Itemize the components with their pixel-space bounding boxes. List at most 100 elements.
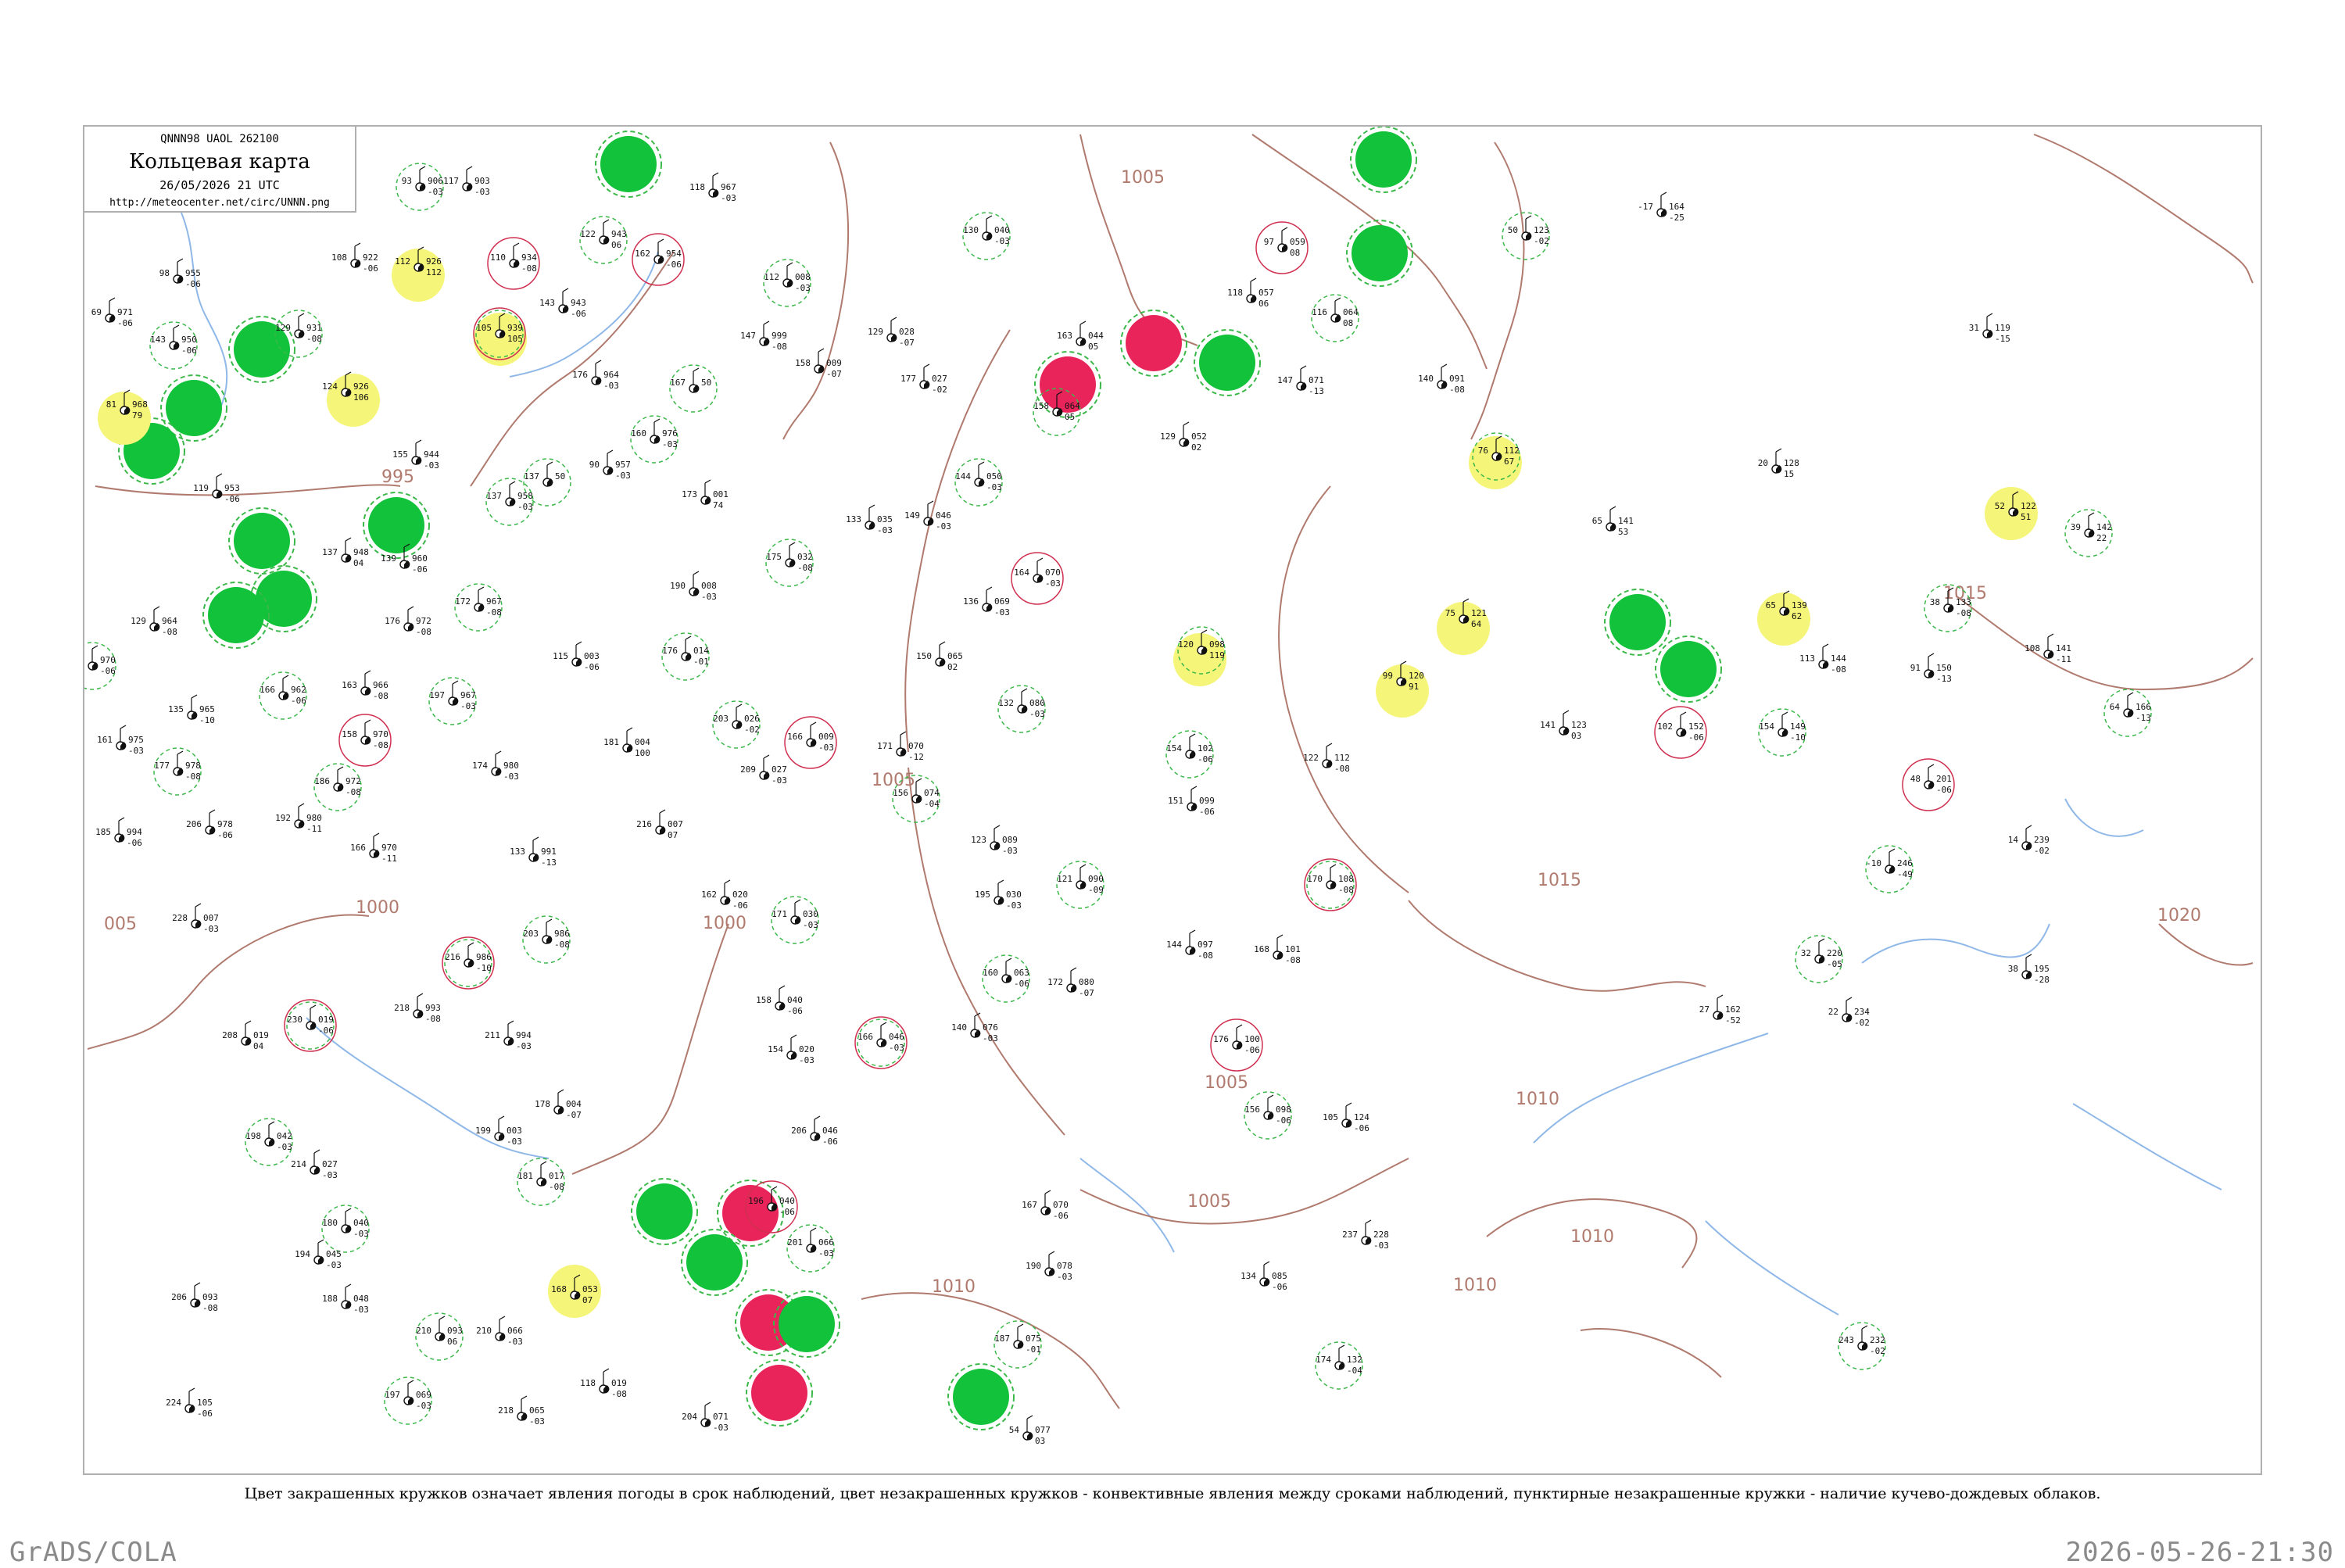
station-s37[interactable]: 154 149-10 bbox=[1758, 708, 1806, 757]
station-s63[interactable]: 237 228-03 bbox=[1342, 1219, 1389, 1251]
station-s67[interactable]: 32 220-05 bbox=[1795, 935, 1843, 983]
station-s16[interactable]: 216 986-10 bbox=[442, 936, 495, 990]
station-s64[interactable]: 243 232-02 bbox=[1838, 1322, 1886, 1370]
weather-green-marker[interactable] bbox=[1352, 225, 1408, 281]
station-s52[interactable]: 187 075-01 bbox=[993, 1320, 1042, 1369]
station-s71[interactable]: 48 201-06 bbox=[1902, 758, 1955, 811]
station-s8[interactable]: 155 944-03 bbox=[392, 439, 439, 471]
station-s45[interactable]: -17 164-25 bbox=[1638, 192, 1684, 223]
station-s17[interactable]: 208 01904 bbox=[222, 1020, 269, 1051]
weather-green-marker[interactable] bbox=[1660, 641, 1717, 697]
station-s12[interactable]: 161 975-03 bbox=[97, 725, 144, 756]
station-s97[interactable]: 175 032-08 bbox=[765, 539, 814, 587]
station-s133[interactable]: 137 958-03 bbox=[485, 478, 534, 526]
station-s75[interactable]: 65 14153 bbox=[1592, 506, 1634, 537]
station-s91[interactable]: 203 026-02 bbox=[712, 700, 761, 749]
station-s27[interactable]: 97 05908 bbox=[1255, 221, 1309, 274]
station-s142[interactable]: 143 950-06 bbox=[149, 321, 198, 370]
station-s103[interactable]: 144 050-03 bbox=[954, 458, 1003, 507]
station-s104[interactable]: 164 070-03 bbox=[1011, 552, 1064, 605]
station-s57[interactable]: 204 071-03 bbox=[682, 1402, 729, 1433]
station-s39[interactable]: 113 144-08 bbox=[1799, 643, 1846, 675]
station-s129[interactable]: 115 003-06 bbox=[553, 641, 600, 672]
station-s34[interactable]: 174 132-04 bbox=[1315, 1341, 1363, 1390]
station-s119[interactable]: 162 020-06 bbox=[701, 879, 748, 911]
weather-green-marker[interactable] bbox=[166, 380, 222, 436]
station-s116[interactable]: 158 040-06 bbox=[756, 985, 803, 1016]
station-s46[interactable]: 50 123-02 bbox=[1502, 212, 1550, 260]
station-s29[interactable]: 151 099-06 bbox=[1168, 786, 1215, 817]
station-s11[interactable]: 135 965-10 bbox=[168, 694, 215, 725]
station-s117[interactable]: 154 020-03 bbox=[768, 1034, 814, 1065]
station-s107[interactable]: 150 06502 bbox=[916, 641, 963, 672]
station-s137[interactable]: 162 954-06 bbox=[632, 233, 685, 286]
station-s43[interactable]: 64 166-13 bbox=[2103, 689, 2152, 737]
weather-green-marker[interactable] bbox=[686, 1234, 743, 1291]
station-s122[interactable]: 133 991-13 bbox=[510, 836, 557, 868]
station-s96[interactable]: 158 009-07 bbox=[795, 348, 842, 379]
station-s36[interactable]: 141 12303 bbox=[1540, 710, 1587, 741]
station-s40[interactable]: 38 133-08 bbox=[1924, 584, 1972, 632]
station-s152[interactable]: 194 045-03 bbox=[295, 1239, 342, 1270]
station-s87[interactable]: 190 008-03 bbox=[670, 571, 717, 602]
station-s124[interactable]: 197 967-03 bbox=[428, 677, 477, 725]
station-s10[interactable]: 131970-06 bbox=[84, 642, 116, 690]
station-s25[interactable]: 116 06408 bbox=[1311, 294, 1359, 342]
station-s108[interactable]: 171 070-12 bbox=[877, 731, 924, 762]
station-s127[interactable]: 186 972-08 bbox=[313, 763, 362, 811]
station-s21[interactable]: 163 04405 bbox=[1057, 320, 1104, 352]
station-s114[interactable]: 140 076-03 bbox=[951, 1012, 998, 1044]
station-s9[interactable]: 137 94804 bbox=[322, 537, 369, 568]
weather-green-marker[interactable] bbox=[1355, 131, 1412, 188]
station-s121[interactable]: 203 986-08 bbox=[522, 915, 571, 964]
station-s69[interactable]: 14 239-02 bbox=[2008, 825, 2050, 856]
weather-green-marker[interactable] bbox=[779, 1296, 835, 1352]
weather-green-marker[interactable] bbox=[1609, 594, 1666, 650]
weather-green-marker[interactable] bbox=[600, 136, 657, 192]
station-s51[interactable]: 190 078-03 bbox=[1026, 1251, 1072, 1282]
station-s50[interactable]: 168 101-08 bbox=[1254, 934, 1301, 965]
station-s125[interactable]: 163 966-08 bbox=[342, 670, 388, 701]
weather-green-marker[interactable] bbox=[1199, 335, 1255, 391]
station-s23[interactable]: 129 05202 bbox=[1160, 421, 1207, 453]
station-s143[interactable]: 119 953-06 bbox=[193, 473, 240, 504]
station-s70[interactable]: -10 246-49 bbox=[1865, 845, 1914, 893]
station-s49[interactable]: 170 108-08 bbox=[1304, 858, 1357, 911]
station-s140[interactable]: 98 955-06 bbox=[159, 258, 201, 289]
station-s55[interactable]: 210 09306 bbox=[415, 1312, 464, 1361]
station-s98[interactable]: 133 035-03 bbox=[846, 504, 893, 535]
station-s111[interactable]: 195 030-03 bbox=[975, 879, 1022, 911]
weather-green-marker[interactable] bbox=[208, 587, 264, 643]
station-s3[interactable]: 118 967-03 bbox=[689, 172, 736, 203]
station-s101[interactable]: 129 028-07 bbox=[868, 317, 915, 348]
station-s28[interactable]: 154 102-06 bbox=[1165, 730, 1214, 779]
map-url[interactable]: http://meteocenter.net/circ/UNNN.png bbox=[84, 197, 355, 209]
station-s68[interactable]: 38 195-28 bbox=[2008, 954, 2050, 985]
station-s99[interactable]: 149 046-03 bbox=[904, 500, 951, 532]
station-s6[interactable]: 108 922-06 bbox=[331, 242, 378, 274]
station-s53[interactable]: 224 105-06 bbox=[166, 1387, 213, 1419]
station-s90[interactable]: 216 00707 bbox=[636, 809, 683, 840]
station-s158[interactable]: 178 004-07 bbox=[535, 1089, 582, 1120]
station-s113[interactable]: 172 080-07 bbox=[1047, 967, 1094, 998]
weather-green-marker[interactable] bbox=[234, 513, 290, 569]
station-s131[interactable]: 176 972-08 bbox=[385, 606, 431, 637]
station-s88[interactable]: 176 014-01 bbox=[661, 632, 710, 681]
station-s65[interactable]: 27 162-52 bbox=[1699, 994, 1741, 1026]
station-s134[interactable]: 143 943-06 bbox=[539, 288, 586, 319]
station-s112[interactable]: 121 090-09 bbox=[1056, 861, 1104, 909]
weather-green-marker[interactable] bbox=[953, 1369, 1009, 1425]
station-s118[interactable]: 171 030-03 bbox=[771, 896, 819, 944]
station-s15[interactable]: 206 978-06 bbox=[186, 809, 233, 840]
station-s41[interactable]: 91 150-13 bbox=[1910, 653, 1952, 684]
station-s31[interactable]: 160 063-06 bbox=[982, 954, 1030, 1003]
station-s149[interactable]: 218 993-08 bbox=[394, 993, 441, 1024]
station-s59[interactable]: 206 046-06 bbox=[791, 1115, 838, 1147]
station-s157[interactable]: 181 017-08 bbox=[517, 1158, 565, 1206]
station-s26[interactable]: 147 071-13 bbox=[1277, 365, 1324, 396]
station-s13[interactable]: 166 962-06 bbox=[259, 671, 307, 720]
station-s60[interactable]: 176 100-06 bbox=[1210, 1018, 1263, 1072]
station-s62[interactable]: 105 124-06 bbox=[1323, 1102, 1369, 1133]
station-s35[interactable]: 54 07703 bbox=[1009, 1415, 1051, 1446]
station-s86[interactable]: 173 00174 bbox=[682, 479, 729, 510]
